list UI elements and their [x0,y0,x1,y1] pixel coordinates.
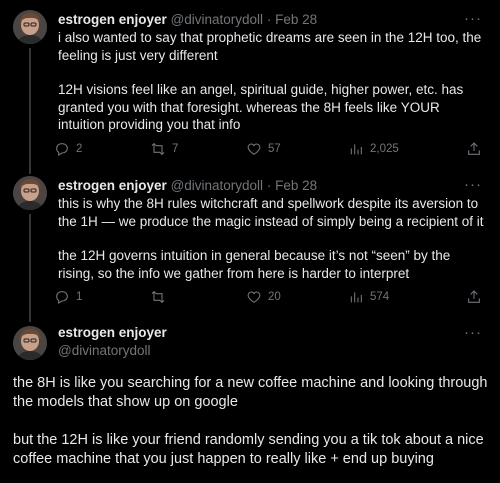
tweet-paragraph: the 12H governs intuition in general bec… [58,248,451,281]
retweet-button[interactable]: 7 [150,141,178,157]
separator-dot: · [266,178,272,193]
tweet-date[interactable]: Feb 28 [275,178,317,193]
more-options-button[interactable]: ··· [464,324,482,341]
retweet-icon [151,142,165,156]
tweet-text: this is why the 8H rules witchcraft and … [58,195,488,282]
more-options-button[interactable]: ··· [464,10,482,27]
tweet-date[interactable]: Feb 28 [275,12,317,27]
retweet-icon [151,290,165,304]
user-handle[interactable]: @divinatorydoll [58,343,167,358]
tweet-paragraph: this is why the 8H rules witchcraft and … [58,196,484,229]
tweet-header: estrogen enjoyer @divinatorydoll · Feb 2… [58,178,317,193]
more-options-button[interactable]: ··· [464,176,482,193]
tweet-text: i also wanted to say that prophetic drea… [58,29,488,134]
like-button[interactable]: 57 [246,141,281,157]
user-handle[interactable]: @divinatorydoll [171,12,264,27]
tweet-3-focused[interactable]: estrogen enjoyer @divinatorydoll ··· the… [0,318,500,483]
retweet-button[interactable] [150,289,172,305]
thread-line [29,214,31,320]
tweet-header: estrogen enjoyer @divinatorydoll [58,325,167,358]
tweet-paragraph: i also wanted to say that prophetic drea… [58,30,482,63]
like-count: 20 [268,291,281,303]
share-button[interactable] [466,141,482,157]
tweet-header: estrogen enjoyer @divinatorydoll · Feb 2… [58,12,317,27]
reply-icon [56,291,68,304]
like-button[interactable]: 20 [246,289,281,305]
tweet-1[interactable]: estrogen enjoyer @divinatorydoll · Feb 2… [0,0,500,170]
thread-line [29,318,31,322]
thread-line [29,48,31,170]
display-name[interactable]: estrogen enjoyer [58,178,167,193]
display-name[interactable]: estrogen enjoyer [58,12,167,27]
reply-button[interactable]: 2 [54,141,82,157]
reply-button[interactable]: 1 [54,289,82,305]
tweet-paragraph: 12H visions feel like an angel, spiritua… [58,82,464,132]
retweet-count: 7 [172,143,179,155]
avatar[interactable] [13,326,47,360]
share-button[interactable] [466,289,482,305]
views-button[interactable]: 2,025 [348,141,399,157]
heart-icon [247,143,261,155]
tweet-paragraph: but the 12H is like your friend randomly… [13,432,484,467]
thread-line [29,168,31,174]
views-count: 2,025 [370,143,399,155]
views-button[interactable]: 574 [348,289,389,305]
user-handle[interactable]: @divinatorydoll [171,178,264,193]
views-chart-icon [350,144,362,155]
reply-count: 1 [76,291,83,303]
views-chart-icon [350,292,362,303]
heart-icon [247,291,261,303]
share-icon [468,142,480,155]
avatar[interactable] [13,176,47,210]
display-name[interactable]: estrogen enjoyer [58,325,167,340]
reply-icon [56,143,68,156]
share-icon [468,290,480,303]
tweet-2[interactable]: estrogen enjoyer @divinatorydoll · Feb 2… [0,168,500,320]
tweet-paragraph: the 8H is like you searching for a new c… [13,375,488,410]
tweet-actions: 2 7 57 2,025 [54,141,484,161]
tweet-text: the 8H is like you searching for a new c… [13,374,488,469]
separator-dot: · [266,12,272,27]
views-count: 574 [370,291,390,303]
tweet-actions: 1 20 574 [54,289,484,309]
avatar[interactable] [13,10,47,44]
like-count: 57 [268,143,281,155]
reply-count: 2 [76,143,83,155]
